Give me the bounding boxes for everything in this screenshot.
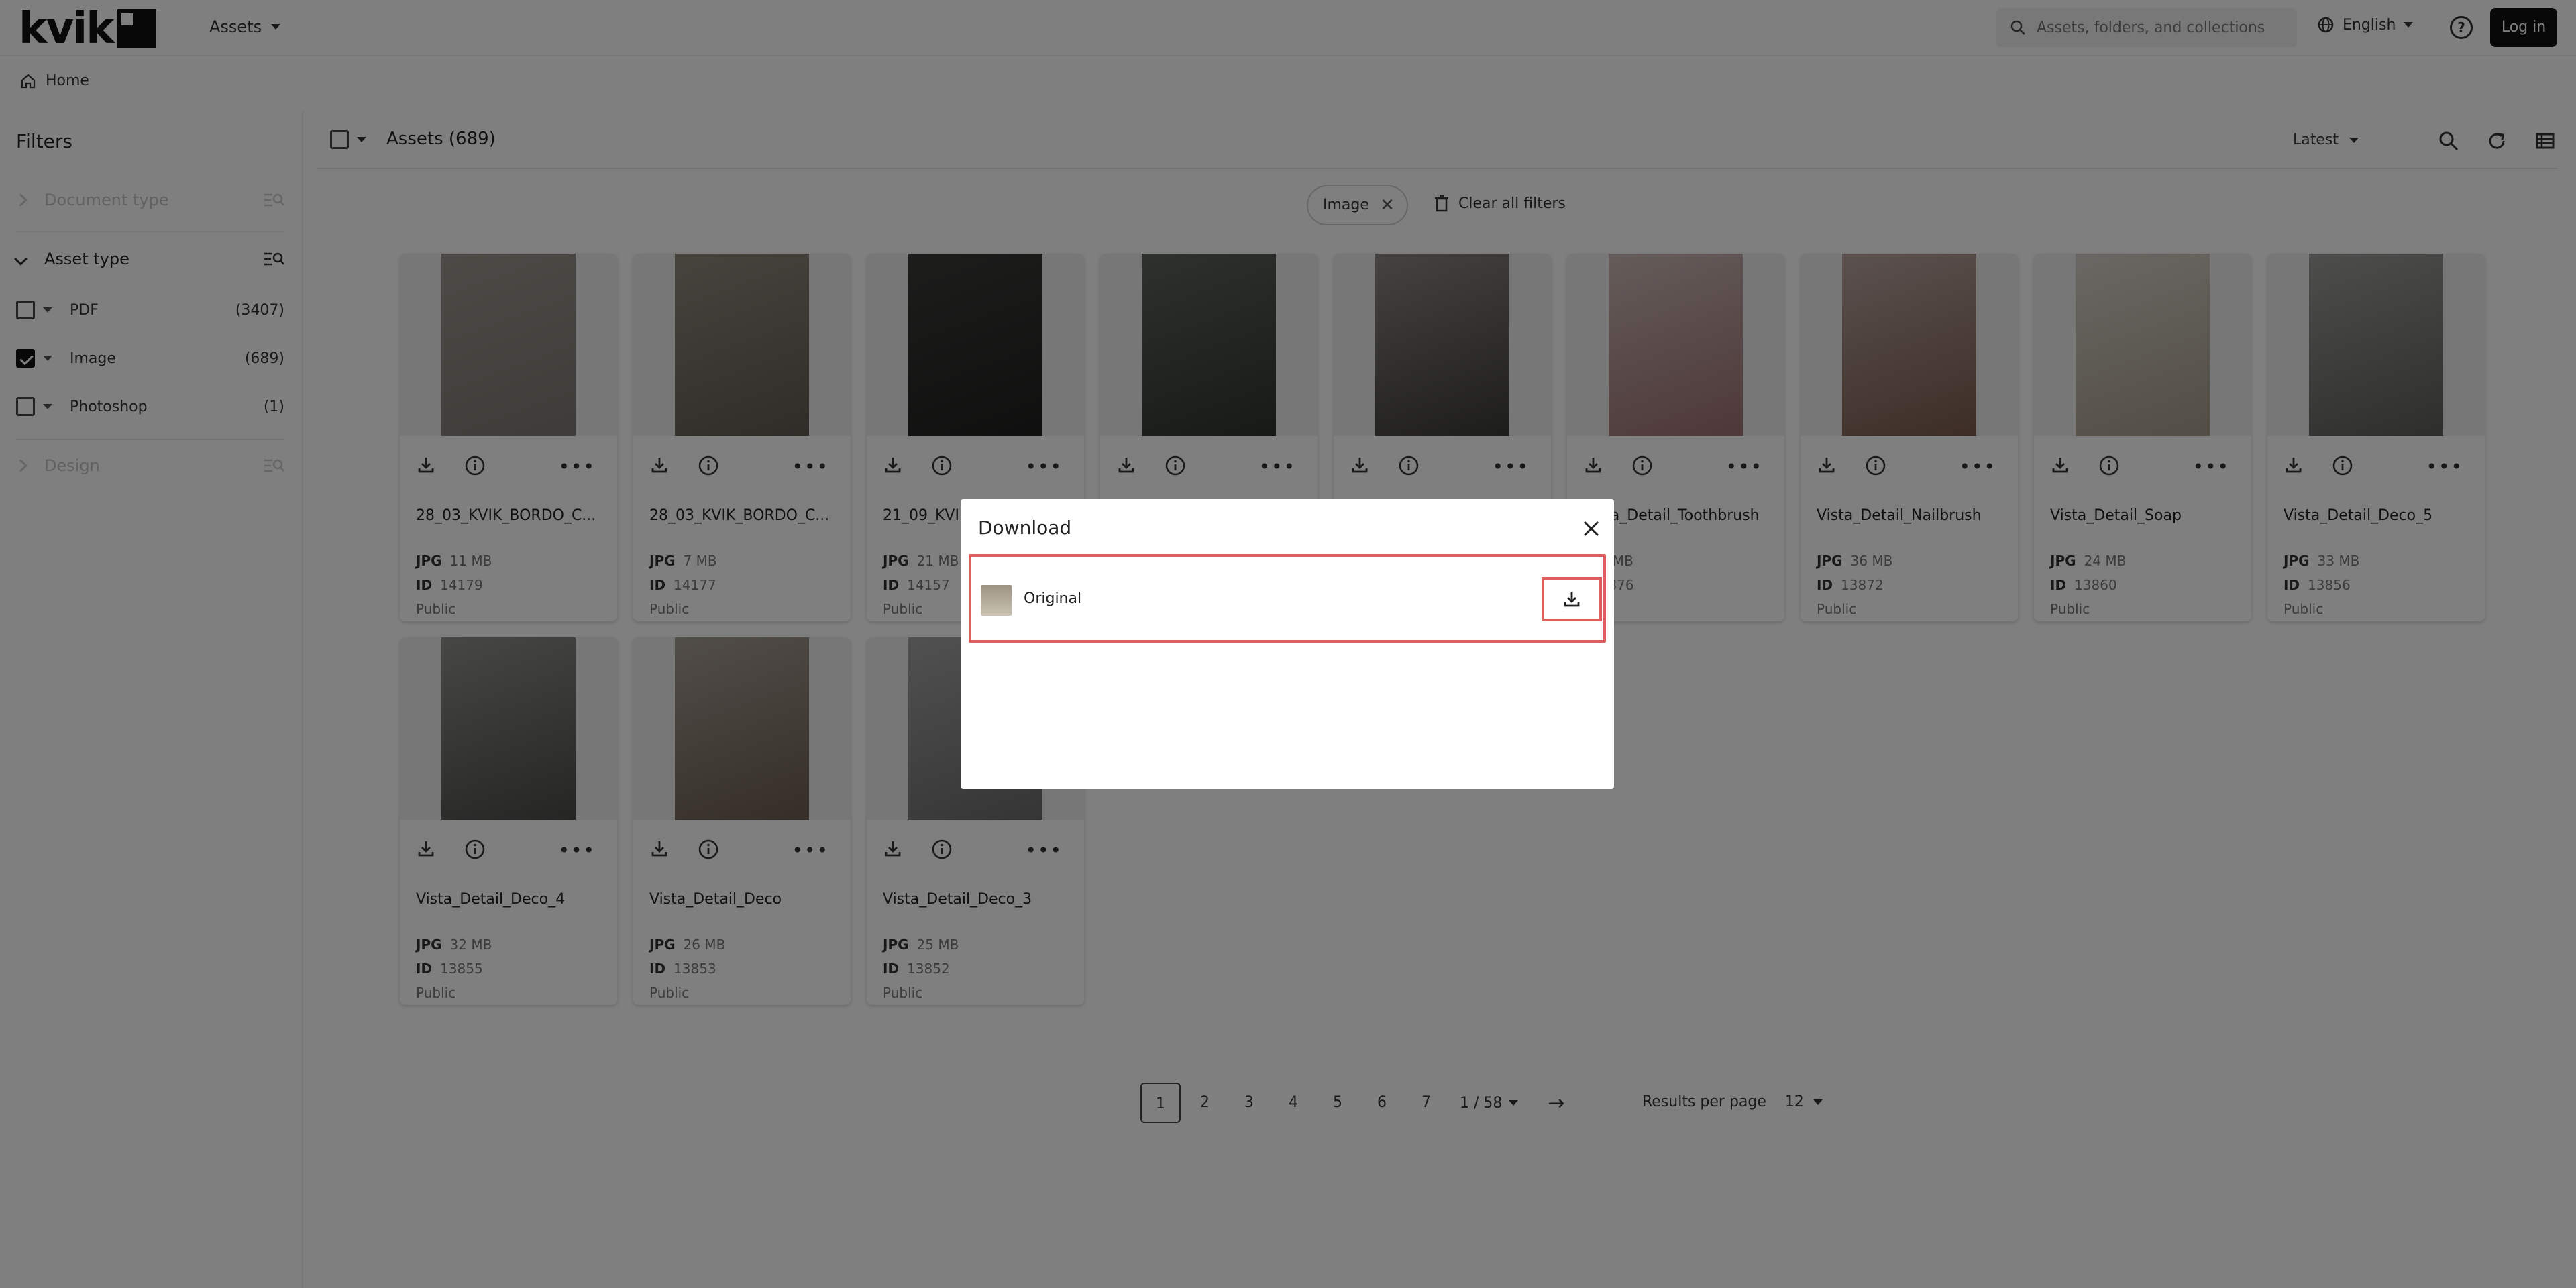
- app-page: kvik Assets English ? Log in Home Filter…: [0, 0, 2576, 1288]
- option-label: Original: [1024, 590, 1082, 607]
- close-icon[interactable]: [1578, 515, 1605, 542]
- download-dialog: Download Original: [961, 499, 1614, 789]
- download-icon: [1564, 592, 1580, 607]
- dialog-title: Download: [978, 517, 1072, 539]
- download-original-button[interactable]: [1542, 577, 1602, 621]
- original-thumbnail: [981, 585, 1012, 616]
- download-option-original[interactable]: Original: [969, 554, 1606, 643]
